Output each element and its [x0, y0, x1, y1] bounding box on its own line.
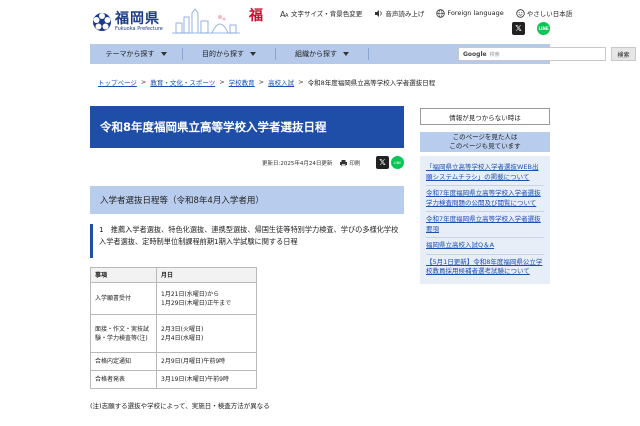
schedule-table: 事項 月日 入学願書受付 1月21日(水曜日)から 1月29日(木曜日)正午まで…: [90, 267, 257, 389]
related-link[interactable]: 「福岡県立高等学校入学者選抜WEB出願システムチラシ」の掲載について: [426, 160, 544, 186]
table-header-item: 事項: [90, 267, 157, 283]
globe-icon: [436, 8, 446, 18]
related-link[interactable]: 令和7年度福岡県立高等学校入学者選抜要項: [426, 212, 544, 238]
prefecture-logo[interactable]: 福岡県 Fukuoka Prefecture: [92, 8, 180, 36]
line-share-button[interactable]: LINE: [391, 156, 404, 169]
foreign-language-label: Foreign language: [447, 9, 504, 17]
utility-links: AA 文字サイズ・背景色変更 音声読み上げ Foreign language や…: [280, 7, 584, 19]
prefecture-emblem-icon: [92, 12, 112, 32]
table-row: 面接・作文・実技試験・学力検査等(注) 2月3日(火曜日) 2月4日(水曜日): [90, 314, 257, 353]
x-share-button[interactable]: 𝕏: [376, 156, 389, 169]
not-found-button[interactable]: 情報が見つからない時は: [420, 108, 550, 125]
table-cell-item: 入学願書受付: [90, 282, 157, 315]
foreign-language-link[interactable]: Foreign language: [436, 8, 504, 18]
mascot-mark: 福: [249, 8, 263, 24]
search-input[interactable]: Google 検索: [458, 47, 606, 61]
mascot-logo: 福: [243, 7, 269, 35]
table-cell-item: 合格内定通知: [90, 352, 157, 371]
logo-roman: Fukuoka Prefecture: [115, 26, 163, 32]
table-cell-date: 1月21日(水曜日)から 1月29日(木曜日)正午まで: [156, 282, 257, 315]
text-size-label: 文字サイズ・背景色変更: [291, 10, 363, 18]
breadcrumb-current: 令和8年度福岡県立高等学校入学者選抜日程: [307, 79, 436, 87]
page-title: 令和8年度福岡県立高等学校入学者選抜日程: [90, 106, 404, 148]
line-share-button[interactable]: LINE: [537, 22, 550, 35]
related-links: 「福岡県立高等学校入学者選抜WEB出願システムチラシ」の掲載について 令和7年度…: [420, 156, 550, 284]
table-cell-date: 3月19日(木曜日)午前9時: [156, 370, 257, 389]
read-aloud-link[interactable]: 音声読み上げ: [374, 8, 424, 18]
section-heading: 入学者選抜日程等（令和8年4月入学者用）: [90, 186, 404, 214]
speaker-icon: [375, 9, 382, 17]
table-header-date: 月日: [156, 267, 257, 283]
city-skyline-icon: [172, 8, 240, 34]
global-nav: テーマから探す 目的から探す 組織から探す Google 検索 検索: [90, 44, 636, 64]
search-brand: Google: [463, 50, 487, 58]
nav-organization-label: 組織から探す: [295, 50, 337, 58]
nav-theme-label: テーマから探す: [105, 50, 155, 58]
related-link[interactable]: 令和7年度福岡県立高等学校入学者選抜学力検査問題の公開及び閲覧について: [426, 186, 544, 212]
breadcrumb-education[interactable]: 教育・文化・スポーツ: [150, 77, 215, 87]
breadcrumb-exam[interactable]: 高校入試: [268, 77, 294, 87]
smile-icon: [516, 8, 525, 18]
chevron-down-icon: [160, 52, 167, 56]
footnote: (注)志願する選抜や学校によって、実施日・検査方法が異なる: [90, 402, 270, 410]
breadcrumb: トップページ > 教育・文化・スポーツ > 学校教育 > 高校入試 > 令和8年…: [98, 77, 436, 87]
logo-kanji: 福岡県: [115, 11, 160, 27]
site-header: 福岡県 Fukuoka Prefecture 福 AA 文字サイズ・背景色変更 …: [0, 0, 640, 42]
read-aloud-label: 音声読み上げ: [385, 10, 425, 18]
printer-icon: [340, 160, 348, 166]
nav-purpose[interactable]: 目的から探す: [183, 44, 275, 64]
related-link[interactable]: 福岡県立高校入試Q＆A: [426, 238, 544, 255]
breadcrumb-top[interactable]: トップページ: [98, 77, 137, 87]
nav-divider: [368, 48, 369, 60]
page-meta: 更新日:2025年4月24日更新 印刷: [262, 156, 360, 170]
search-button[interactable]: 検索: [611, 47, 636, 61]
easy-japanese-link[interactable]: やさしい日本語: [516, 8, 573, 18]
chevron-down-icon: [250, 52, 256, 56]
nav-purpose-label: 目的から探す: [202, 50, 244, 58]
text-size-link[interactable]: AA 文字サイズ・背景色変更: [280, 8, 363, 19]
related-link[interactable]: 【5月1日更新】令和8年度福岡県公立学校教員採用候補者選考試験について: [426, 255, 544, 280]
table-cell-item: 面接・作文・実技試験・学力検査等(注): [90, 314, 157, 353]
table-header-row: 事項 月日: [90, 267, 257, 283]
table-row: 合格者発表 3月19日(木曜日)午前9時: [90, 370, 257, 389]
subsection-heading: 1 推薦入学者選抜、特色化選抜、連携型選抜、帰国生徒等特別学力検査、学びの多様化…: [90, 224, 404, 258]
related-heading: このページを見た人は このページも見ています: [420, 132, 550, 152]
chevron-down-icon: [343, 52, 349, 56]
print-link[interactable]: 印刷: [340, 159, 360, 167]
table-row: 入学願書受付 1月21日(水曜日)から 1月29日(木曜日)正午まで: [90, 282, 257, 315]
table-cell-item: 合格者発表: [90, 370, 157, 389]
updated-date: 更新日:2025年4月24日更新: [262, 161, 333, 167]
nav-theme[interactable]: テーマから探す: [90, 44, 182, 64]
easy-japanese-label: やさしい日本語: [526, 10, 573, 18]
x-share-button[interactable]: 𝕏: [512, 22, 525, 35]
nav-organization[interactable]: 組織から探す: [276, 44, 368, 64]
table-row: 合格内定通知 2月9日(月曜日)午前9時: [90, 352, 257, 371]
svg-text:A: A: [285, 13, 289, 18]
table-cell-date: 2月3日(火曜日) 2月4日(水曜日): [156, 314, 257, 353]
search-placeholder: 検索: [489, 51, 500, 58]
print-label: 印刷: [349, 161, 361, 167]
table-cell-date: 2月9日(月曜日)午前9時: [156, 352, 257, 371]
breadcrumb-school[interactable]: 学校教育: [229, 77, 255, 87]
text-size-icon: AA: [280, 10, 289, 18]
